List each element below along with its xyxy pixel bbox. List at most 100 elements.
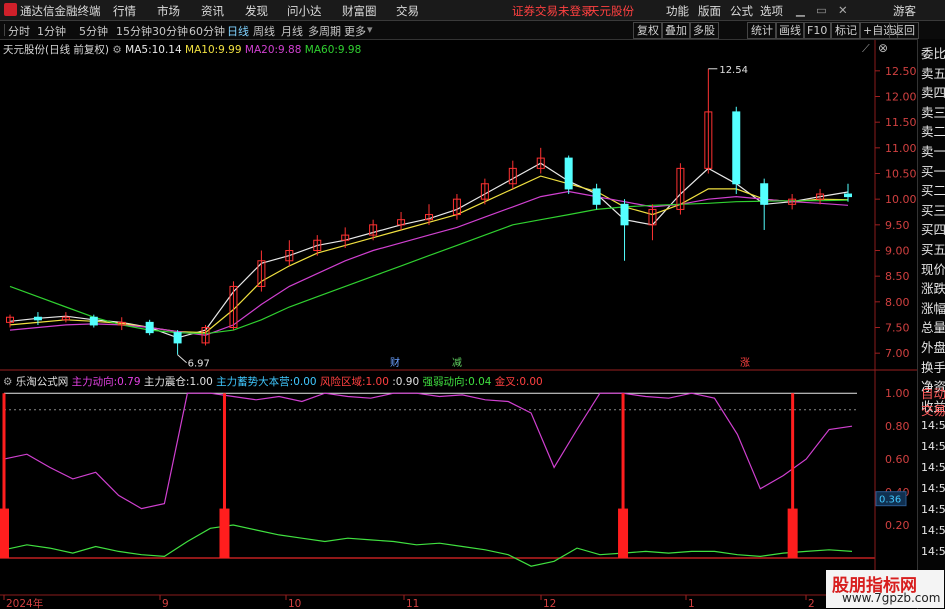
- menu-market-quotes[interactable]: 行情: [113, 3, 136, 19]
- menu-formula[interactable]: 公式: [730, 3, 753, 19]
- indicator-tick-label: 1.00: [885, 387, 910, 400]
- indicator-line-1: [3, 524, 853, 567]
- multi-stock-button[interactable]: 多股: [689, 22, 719, 39]
- period-5min[interactable]: 5分钟: [79, 23, 108, 39]
- period-monthly[interactable]: 月线: [281, 23, 303, 39]
- draw-line-button[interactable]: 画线: [775, 22, 805, 39]
- ma-line-ma10: [9, 175, 849, 334]
- mark-button[interactable]: 标记: [831, 22, 861, 39]
- period-weekly[interactable]: 周线: [253, 23, 275, 39]
- period-daily[interactable]: 日线: [227, 23, 249, 39]
- price-tick-label: 7.50: [885, 322, 910, 335]
- indicator-tick-label: 0.20: [885, 519, 910, 532]
- panel-sell-4: 卖四: [921, 85, 945, 101]
- stock-name-header: 天元股份: [588, 4, 634, 18]
- guest-label[interactable]: 游客: [893, 3, 916, 19]
- panel-sell-2: 卖二: [921, 124, 945, 140]
- candle-body: [145, 321, 154, 334]
- signal-spike: [222, 393, 226, 558]
- login-notice[interactable]: 证券交易未登录: [512, 3, 593, 19]
- period-30min[interactable]: 30分钟: [152, 23, 188, 39]
- panel-order-ratio: 委比: [921, 46, 945, 61]
- signal-spike: [621, 393, 625, 558]
- panel-total-volume: 总量: [921, 320, 945, 336]
- app-logo-icon: [4, 3, 17, 16]
- adjust-button[interactable]: 复权: [633, 22, 663, 39]
- quote-side-panel: 委比 卖五 卖四 卖三 卖二 卖一 买一 买二 买三 买四 买五 现价 涨跌 涨幅 总量 外盘 换手 净资 收益 自动…: [917, 39, 945, 609]
- price-tick-label: 11.00: [885, 142, 917, 155]
- menu-market[interactable]: 市场: [157, 3, 180, 19]
- panel-turnover: 换手: [921, 359, 945, 375]
- period-intraday[interactable]: 分时: [8, 23, 30, 39]
- event-marker[interactable]: 涨: [740, 357, 750, 369]
- panel-sell-5: 卖五: [921, 65, 945, 81]
- date-label: 9: [162, 598, 169, 609]
- date-label: 11: [406, 598, 419, 609]
- trade-time-entry: 14:56: [921, 545, 945, 558]
- candle-body: [89, 316, 98, 326]
- low-marker-line: [177, 354, 187, 364]
- period-multi[interactable]: 多周期: [308, 23, 341, 39]
- candle-body: [564, 157, 573, 190]
- event-marker[interactable]: 财: [390, 356, 400, 369]
- chevron-down-icon[interactable]: ▾: [367, 23, 373, 36]
- signal-spike: [791, 393, 795, 558]
- trade-time-entry: 14:56: [921, 503, 945, 516]
- panel-buy-3: 买三: [921, 202, 945, 218]
- date-label: 2024年: [6, 597, 43, 609]
- period-60min[interactable]: 60分钟: [189, 23, 225, 39]
- event-marker[interactable]: 减: [452, 357, 462, 369]
- price-tick-label: 11.50: [885, 116, 917, 129]
- candle-body: [732, 111, 741, 185]
- overlay-button[interactable]: 叠加: [661, 22, 691, 39]
- current-value-label: 0.36: [879, 495, 901, 506]
- trade-time-entry: 14:55: [921, 461, 945, 474]
- price-tick-label: 8.50: [885, 270, 910, 283]
- trade-time-entry: 14:55: [921, 419, 945, 432]
- menu-layout[interactable]: 版面: [698, 3, 721, 19]
- top-menu-bar: 通达信金融终端 行情 市场 资讯 发现 问小达 财富圈 交易 证券交易未登录 天…: [0, 0, 945, 21]
- candle-body: [620, 203, 629, 226]
- date-label: 2: [808, 598, 815, 609]
- panel-sell-3: 卖三: [921, 104, 945, 120]
- panel-trade[interactable]: 交易: [921, 400, 945, 419]
- panel-outer-volume: 外盘: [921, 340, 945, 355]
- close-icon[interactable]: ✕: [838, 3, 848, 17]
- period-1min[interactable]: 1分钟: [37, 23, 66, 39]
- trade-time-entry: 14:56: [921, 524, 945, 537]
- low-price-label: 6.97: [188, 359, 210, 370]
- restore-icon[interactable]: ▭: [816, 3, 827, 17]
- date-label: 10: [288, 598, 301, 609]
- signal-spike: [2, 393, 6, 558]
- price-tick-label: 12.00: [885, 91, 917, 104]
- price-tick-label: 9.50: [885, 219, 910, 232]
- menu-news[interactable]: 资讯: [201, 3, 224, 19]
- candle-body: [760, 183, 769, 205]
- price-tick-label: 7.00: [885, 347, 910, 360]
- menu-discover[interactable]: 发现: [245, 3, 268, 19]
- price-tick-label: 9.00: [885, 245, 910, 258]
- chart-canvas[interactable]: 12.546.97 财减涨 12.5012.0011.5011.0010.5010…: [0, 40, 917, 609]
- f10-button[interactable]: F10: [803, 22, 832, 39]
- high-price-label: 12.54: [719, 65, 748, 76]
- period-15min[interactable]: 15分钟: [116, 23, 152, 39]
- period-more[interactable]: 更多: [344, 23, 366, 39]
- panel-buy-4: 买四: [921, 222, 945, 238]
- menu-function[interactable]: 功能: [666, 3, 689, 19]
- candle-body: [33, 316, 42, 321]
- price-tick-label: 10.50: [885, 168, 917, 181]
- trade-time-entry: 14:55: [921, 440, 945, 453]
- period-toolbar: 分时 1分钟 5分钟 15分钟 30分钟 60分钟 日线 周线 月线 多周期 更…: [0, 21, 945, 40]
- statistics-button[interactable]: 统计: [747, 22, 777, 39]
- panel-sell-1: 卖一: [921, 144, 945, 159]
- menu-trade[interactable]: 交易: [396, 3, 419, 19]
- minimize-icon[interactable]: ▁: [796, 3, 805, 17]
- menu-ask[interactable]: 问小达: [287, 3, 322, 19]
- price-tick-label: 8.00: [885, 296, 910, 309]
- menu-wealth-circle[interactable]: 财富圈: [342, 3, 377, 19]
- watermark-logo: 股朋指标网 www.7gpzb.com: [826, 570, 944, 608]
- menu-options[interactable]: 选项: [760, 3, 783, 19]
- candle-body: [592, 188, 601, 205]
- back-button[interactable]: 返回: [889, 22, 919, 39]
- panel-change-pct: 涨幅: [921, 300, 945, 316]
